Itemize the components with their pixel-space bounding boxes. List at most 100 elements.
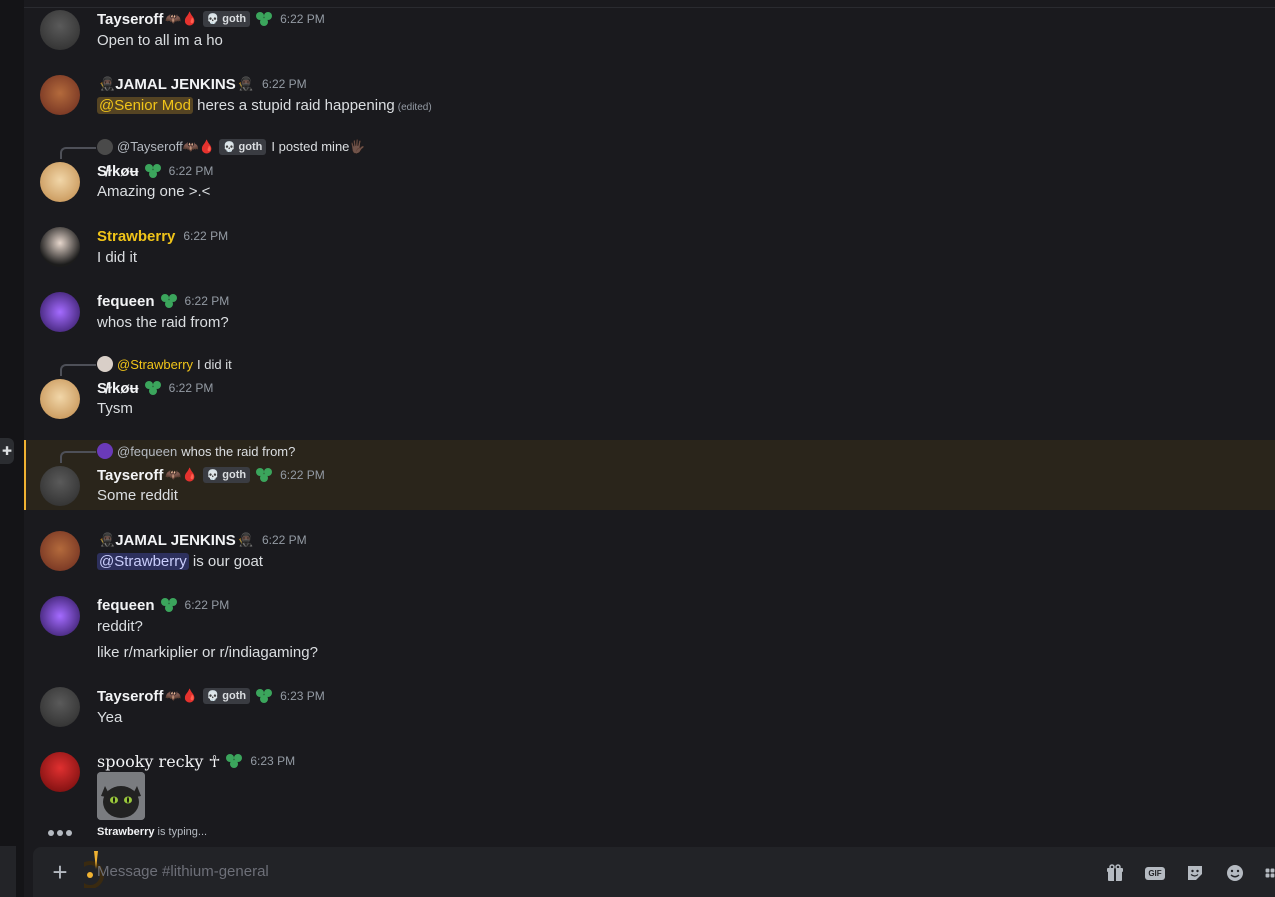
- timestamp[interactable]: 6:23 PM: [280, 689, 325, 703]
- message: Tayseroff 🦇🩸 💀 goth 6:22 PM Open to all i…: [24, 8, 1275, 63]
- name-emoji: 🦇🩸: [165, 688, 198, 703]
- message: fequeen 6:22 PM whos the raid from?: [24, 290, 1275, 345]
- message: @Tayseroff🦇🩸 💀 goth I posted mine🖐🏿 S̸ɫkø…: [24, 136, 1275, 208]
- message: spooky recky ☥ 6:23 PM: [24, 750, 1275, 825]
- avatar[interactable]: [40, 531, 80, 571]
- clover-badge-icon: [256, 468, 273, 482]
- username[interactable]: fequeen: [97, 597, 155, 614]
- timestamp[interactable]: 6:22 PM: [280, 12, 325, 26]
- role-tag-label: goth: [222, 469, 247, 481]
- message: 🥷🏿 JAMAL JENKINS 🥷🏿 6:22 PM @Senior Mod …: [24, 73, 1275, 128]
- message-text: heres a stupid raid happening: [192, 97, 395, 114]
- typing-text: Strawberry is typing...: [97, 826, 207, 838]
- reply-preview[interactable]: @Strawberry I did it: [97, 355, 232, 373]
- name-emoji: 🦇🩸: [165, 467, 198, 482]
- avatar[interactable]: [40, 687, 80, 727]
- clover-badge-icon: [256, 12, 273, 26]
- add-member-icon[interactable]: ✚: [0, 438, 14, 464]
- username[interactable]: Tayseroff: [97, 11, 163, 28]
- message-list: Tayseroff 🦇🩸 💀 goth 6:22 PM Open to all i…: [24, 0, 1275, 845]
- reply-avatar: [97, 443, 113, 459]
- username[interactable]: JAMAL JENKINS: [115, 532, 236, 549]
- username[interactable]: fequeen: [97, 293, 155, 310]
- role-tag-label: goth: [238, 141, 263, 153]
- avatar[interactable]: [40, 162, 80, 202]
- clover-badge-icon: [256, 689, 273, 703]
- timestamp[interactable]: 6:22 PM: [169, 164, 214, 178]
- avatar[interactable]: [40, 752, 80, 792]
- message-input[interactable]: Message #lithium-general: [97, 863, 269, 880]
- avatar[interactable]: [40, 379, 80, 419]
- message-content: reddit?: [97, 618, 143, 635]
- role-mention[interactable]: @Senior Mod: [97, 97, 193, 114]
- message-highlighted: @fequeen whos the raid from? Tayseroff 🦇…: [24, 440, 1275, 510]
- reply-username[interactable]: @fequeen: [117, 444, 177, 459]
- skull-icon: 💀: [206, 469, 220, 481]
- username[interactable]: spooky recky ☥: [97, 752, 220, 771]
- sticker-icon[interactable]: [1185, 863, 1205, 883]
- message-content: @Strawberry is our goat: [97, 553, 263, 570]
- ninja-emoji-icon: 🥷🏿: [99, 532, 116, 547]
- timestamp[interactable]: 6:22 PM: [262, 77, 307, 91]
- reply-preview[interactable]: @fequeen whos the raid from?: [97, 442, 295, 460]
- username[interactable]: Tayseroff: [97, 688, 163, 705]
- gif-icon[interactable]: GIF: [1145, 863, 1165, 883]
- typing-suffix: is typing...: [154, 826, 208, 838]
- typing-user: Strawberry: [97, 826, 155, 838]
- reply-text: whos the raid from?: [181, 443, 296, 459]
- ninja-emoji-icon: 🥷🏿: [237, 76, 254, 91]
- username[interactable]: S̸ɫkøʉ: [97, 380, 139, 397]
- message-content: Open to all im a ho: [97, 32, 223, 49]
- message-content: @Senior Mod heres a stupid raid happenin…: [97, 97, 432, 114]
- image-attachment[interactable]: [97, 772, 145, 820]
- ninja-emoji-icon: 🥷🏿: [237, 532, 254, 547]
- clover-badge-icon: [144, 164, 161, 178]
- typing-indicator: Strawberry is typing...: [24, 826, 1275, 842]
- reply-username[interactable]: @Tayseroff🦇🩸: [117, 139, 215, 155]
- timestamp[interactable]: 6:22 PM: [169, 381, 214, 395]
- message-content: Some reddit: [97, 487, 178, 504]
- message-content: Tysm: [97, 400, 133, 417]
- skull-icon: 💀: [206, 13, 220, 25]
- composer-actions: GIF: [1105, 863, 1275, 883]
- avatar[interactable]: [40, 466, 80, 506]
- avatar[interactable]: [40, 10, 80, 50]
- edited-label: (edited): [397, 102, 432, 113]
- timestamp[interactable]: 6:22 PM: [185, 294, 230, 308]
- clover-badge-icon: [226, 754, 243, 768]
- role-tag-label: goth: [222, 13, 247, 25]
- emoji-icon[interactable]: [1225, 863, 1245, 883]
- message-content: like r/markiplier or r/indiagaming?: [97, 644, 318, 661]
- username[interactable]: JAMAL JENKINS: [115, 76, 236, 93]
- reply-username[interactable]: @Strawberry: [117, 357, 193, 372]
- avatar[interactable]: [40, 596, 80, 636]
- username[interactable]: Tayseroff: [97, 467, 163, 484]
- name-emoji: 🦇🩸: [165, 11, 198, 26]
- message-content: I did it: [97, 249, 138, 266]
- message-content: Yea: [97, 709, 123, 726]
- reply-avatar: [97, 356, 113, 372]
- avatar[interactable]: [40, 227, 80, 267]
- user-panel-edge: [0, 846, 16, 897]
- role-tag[interactable]: 💀 goth: [202, 688, 251, 704]
- user-mention[interactable]: @Strawberry: [97, 553, 189, 570]
- timestamp[interactable]: 6:22 PM: [185, 598, 230, 612]
- gift-icon[interactable]: [1105, 863, 1125, 883]
- ninja-emoji-icon: 🥷🏿: [99, 76, 116, 91]
- avatar[interactable]: [40, 75, 80, 115]
- role-tag[interactable]: 💀 goth: [202, 467, 251, 483]
- typing-dots-icon: [48, 830, 72, 836]
- role-tag[interactable]: 💀 goth: [202, 11, 251, 27]
- avatar[interactable]: [40, 292, 80, 332]
- timestamp[interactable]: 6:22 PM: [183, 229, 228, 243]
- reply-preview[interactable]: @Tayseroff🦇🩸 💀 goth I posted mine🖐🏿: [97, 138, 366, 156]
- timestamp[interactable]: 6:23 PM: [250, 754, 295, 768]
- role-tag: 💀 goth: [219, 139, 267, 155]
- username[interactable]: Strawberry: [97, 228, 175, 245]
- apps-icon[interactable]: [1265, 863, 1275, 883]
- message: fequeen 6:22 PM reddit? like r/markiplie…: [24, 594, 1275, 669]
- upload-plus-icon[interactable]: +: [49, 859, 71, 885]
- username[interactable]: S̸ɫkøʉ: [97, 163, 139, 180]
- timestamp[interactable]: 6:22 PM: [280, 468, 325, 482]
- timestamp[interactable]: 6:22 PM: [262, 533, 307, 547]
